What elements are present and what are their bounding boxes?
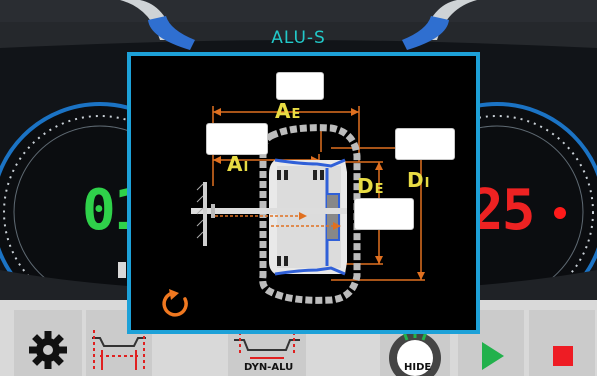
balancer-screen: ALU-S 01 25 DYN-ALU HIDE AE AI DE DI [0, 0, 597, 376]
settings-button[interactable] [14, 310, 82, 376]
de-input[interactable] [354, 198, 414, 230]
dyn-alu-label: DYN-ALU [244, 362, 294, 373]
ai-label: AI [227, 152, 249, 176]
di-input[interactable] [395, 128, 455, 160]
ae-input[interactable] [276, 72, 324, 100]
ai-input[interactable] [206, 123, 268, 155]
gear-icon [29, 331, 67, 369]
screen-title: ALU-S [271, 28, 326, 48]
hide-label: HIDE [404, 362, 432, 373]
di-label: DI [407, 168, 430, 192]
de-label: DE [357, 174, 384, 198]
stop-icon [553, 346, 573, 366]
stop-button[interactable] [529, 310, 595, 376]
rim-dimension-dialog: AE AI DE DI [127, 52, 480, 334]
reset-arrow-icon[interactable] [159, 287, 193, 321]
ae-label: AE [275, 99, 301, 123]
position-indicator-dot [554, 207, 566, 219]
